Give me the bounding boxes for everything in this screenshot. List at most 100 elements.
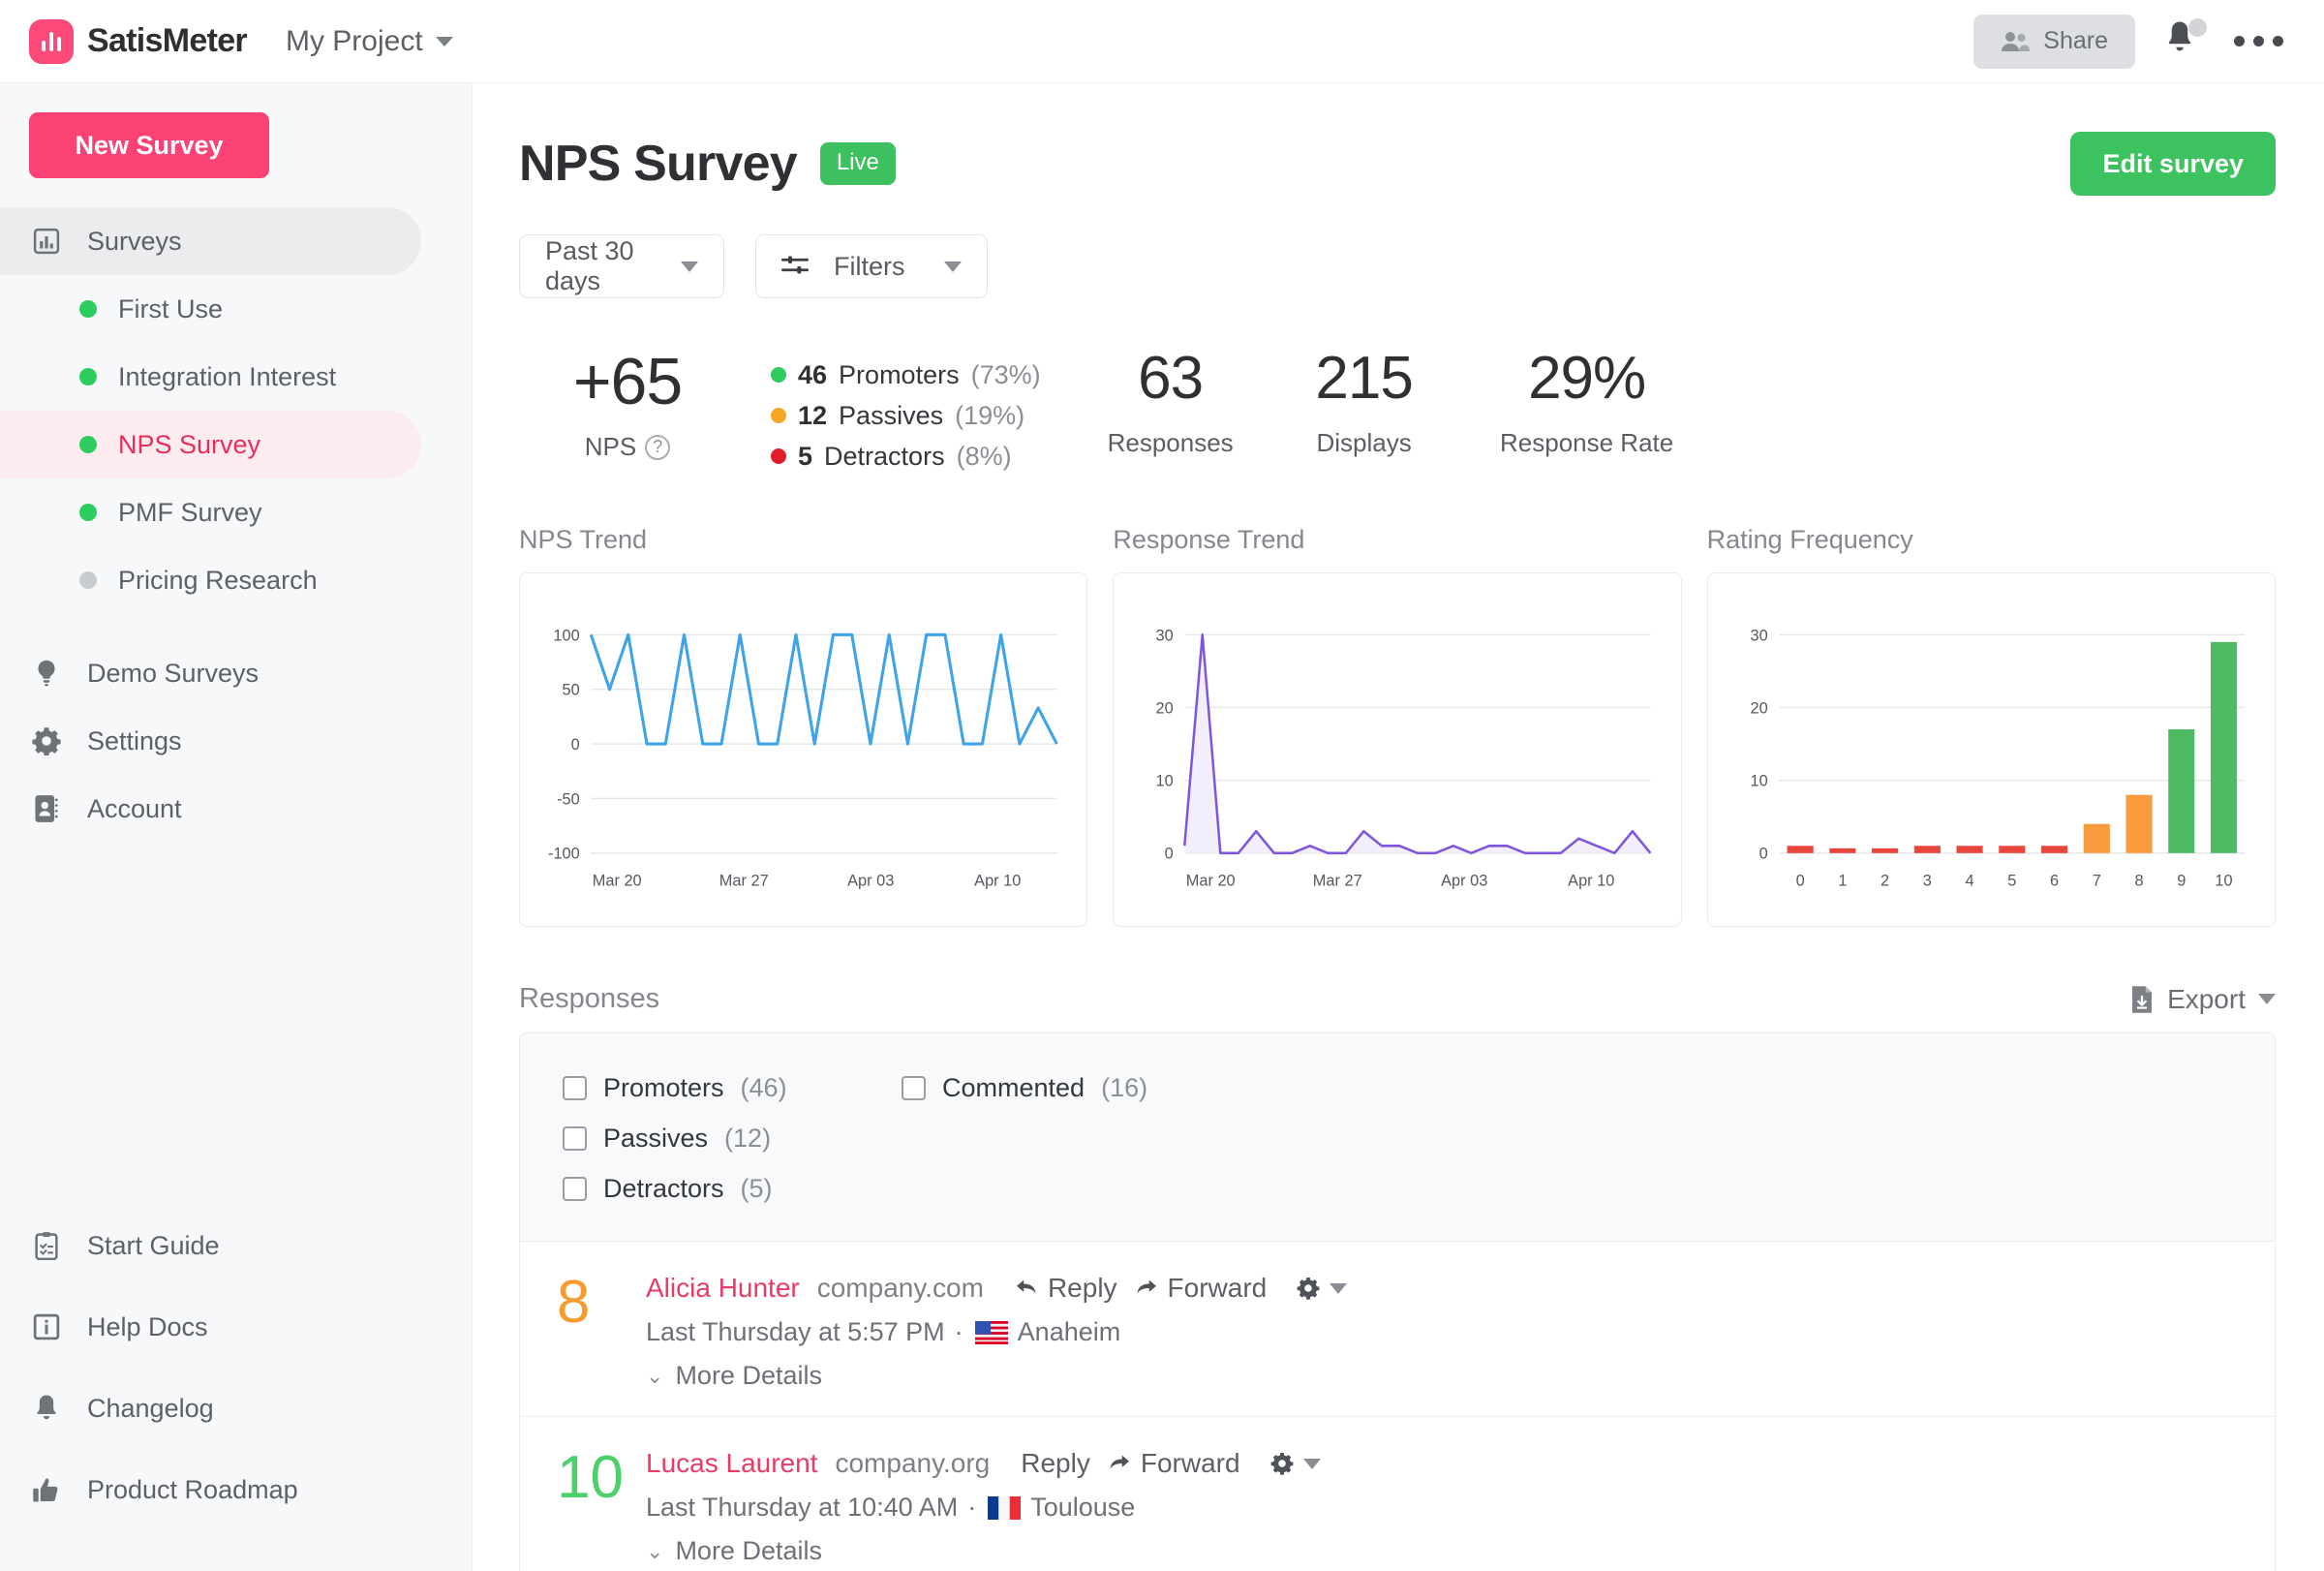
sidebar-item-pricing-research[interactable]: Pricing Research <box>0 546 421 614</box>
sidebar-item-demo-surveys[interactable]: Demo Surveys <box>0 639 421 707</box>
clipboard-check-icon <box>29 1231 64 1260</box>
sidebar-item-pmf-survey[interactable]: PMF Survey <box>0 478 421 546</box>
status-badge: Live <box>819 142 896 185</box>
kpi-nps: +65 NPS ? <box>540 349 715 462</box>
svg-text:0: 0 <box>1165 845 1174 863</box>
bar-chart-icon <box>29 227 64 256</box>
sidebar-label: Pricing Research <box>118 565 318 595</box>
status-dot-icon <box>79 436 97 453</box>
edit-survey-button[interactable]: Edit survey <box>2070 132 2276 196</box>
svg-text:3: 3 <box>1922 871 1931 889</box>
sidebar-item-nps-survey[interactable]: NPS Survey <box>0 411 421 478</box>
chart-title: NPS Trend <box>519 525 648 554</box>
help-icon[interactable]: ? <box>645 434 671 460</box>
kpi-responses: 63 Responses <box>1074 349 1268 458</box>
sidebar-item-account[interactable]: Account <box>0 775 421 843</box>
sidebar-item-first-use[interactable]: First Use <box>0 275 421 343</box>
new-survey-button[interactable]: New Survey <box>29 112 269 178</box>
sidebar-item-product-roadmap[interactable]: Product Roadmap <box>0 1449 421 1530</box>
response-settings-menu[interactable] <box>1269 1451 1321 1476</box>
response-rate-value: 29% <box>1528 345 1646 412</box>
date-range-selector[interactable]: Past 30 days <box>519 234 724 298</box>
svg-text:1: 1 <box>1838 871 1847 889</box>
checkbox-icon[interactable] <box>563 1075 587 1100</box>
svg-text:5: 5 <box>2007 871 2016 889</box>
nps-label: NPS <box>584 432 637 461</box>
response-row[interactable]: 8 Alicia Hunter company.com Reply Forwar… <box>520 1242 2275 1417</box>
respondent-name[interactable]: Alicia Hunter <box>646 1273 800 1304</box>
svg-text:10: 10 <box>1156 771 1174 789</box>
sidebar-item-start-guide[interactable]: Start Guide <box>0 1205 421 1286</box>
displays-value: 215 <box>1315 345 1413 412</box>
share-label: Share <box>2043 27 2108 54</box>
response-score: 10 <box>557 1444 624 1511</box>
forward-action[interactable]: Forward <box>1108 1448 1240 1479</box>
responses-label: Responses <box>1107 428 1234 457</box>
detractors-count: 5 <box>798 441 813 471</box>
sidebar-item-changelog[interactable]: Changelog <box>0 1368 421 1449</box>
forward-action[interactable]: Forward <box>1135 1273 1267 1304</box>
forward-label: Forward <box>1140 1448 1240 1478</box>
checkbox-icon[interactable] <box>902 1075 926 1100</box>
chevron-down-icon <box>944 261 962 272</box>
export-button[interactable]: Export <box>2129 984 2276 1015</box>
svg-text:30: 30 <box>1156 626 1174 644</box>
more-details-label: More Details <box>675 1536 822 1565</box>
sidebar-label: Product Roadmap <box>87 1474 298 1504</box>
reply-action[interactable]: Reply <box>1021 1448 1090 1479</box>
promoter-dot-icon <box>771 367 786 383</box>
chart-card: 30 20 10 0 0 1 2 3 4 5 6 7 8 9 10 <box>1706 572 2276 927</box>
respondent-name[interactable]: Lucas Laurent <box>646 1448 817 1479</box>
chevron-down-icon <box>681 261 698 272</box>
responses-value: 63 <box>1138 345 1204 412</box>
sidebar-label: Account <box>87 793 182 823</box>
nps-trend-svg: 100 50 0 -50 -100 Mar 20 Mar 27 Apr 03 Apr 10 <box>548 626 1058 889</box>
sidebar-label: Integration Interest <box>118 361 337 391</box>
notifications-button[interactable] <box>2162 17 2207 65</box>
filter-passives[interactable]: Passives (12) <box>563 1113 902 1163</box>
sidebar-item-integration-interest[interactable]: Integration Interest <box>0 343 421 411</box>
lightbulb-icon <box>29 659 64 688</box>
svg-text:9: 9 <box>2177 871 2186 889</box>
sidebar-item-settings[interactable]: Settings <box>0 707 421 775</box>
detractors-pct: (8%) <box>956 441 1012 471</box>
checkbox-icon[interactable] <box>563 1176 587 1201</box>
filter-promoters[interactable]: Promoters (46) <box>563 1063 902 1113</box>
more-details-toggle[interactable]: ⌄ More Details <box>646 1361 1347 1391</box>
filter-label: Promoters <box>603 1072 724 1102</box>
chart-response-trend: Response Trend 30 20 10 0 Mar 20 Mar 27 Apr 03… <box>1113 525 1682 927</box>
project-selector[interactable]: My Project <box>286 25 453 58</box>
satismeter-logo-icon <box>29 18 74 64</box>
response-body: Lucas Laurent company.org Reply Forward <box>646 1440 1321 1566</box>
sidebar-item-surveys[interactable]: Surveys <box>0 207 421 275</box>
svg-text:2: 2 <box>1881 871 1889 889</box>
svg-text:6: 6 <box>2050 871 2059 889</box>
filter-commented[interactable]: Commented (16) <box>902 1063 1240 1113</box>
checkbox-icon[interactable] <box>563 1125 587 1151</box>
filter-label: Commented <box>942 1072 1086 1102</box>
chart-card: 30 20 10 0 Mar 20 Mar 27 Apr 03 Apr 10 <box>1113 572 1682 927</box>
chart-nps-trend: NPS Trend 100 50 0 -50 -100 Mar 20 Mar 27 Apr 0… <box>519 525 1088 927</box>
sidebar-item-help-docs[interactable]: Help Docs <box>0 1286 421 1368</box>
svg-text:Mar 20: Mar 20 <box>1186 871 1236 889</box>
response-row[interactable]: 10 Lucas Laurent company.org Reply Forwa… <box>520 1417 2275 1571</box>
filter-detractors[interactable]: Detractors (5) <box>563 1163 902 1214</box>
filters-button[interactable]: Filters <box>755 234 988 298</box>
sidebar-label: Demo Surveys <box>87 658 260 688</box>
response-rate-label: Response Rate <box>1500 428 1674 457</box>
thumbs-up-icon <box>29 1475 64 1504</box>
nps-breakdown: 46 Promoters (73%) 12 Passives (19%) 5 D… <box>771 349 1041 477</box>
reply-action[interactable]: Reply <box>1015 1273 1117 1304</box>
share-button[interactable]: Share <box>1973 14 2135 69</box>
chevron-down-icon <box>1330 1282 1348 1294</box>
response-settings-menu[interactable] <box>1296 1276 1348 1301</box>
info-box-icon <box>29 1312 64 1341</box>
filter-count: (46) <box>740 1072 787 1102</box>
charts-section: NPS Trend 100 50 0 -50 -100 Mar 20 Mar 27 Apr 0… <box>519 525 2276 927</box>
more-details-toggle[interactable]: ⌄ More Details <box>646 1536 1321 1566</box>
svg-text:30: 30 <box>1750 626 1767 644</box>
more-options-button[interactable] <box>2230 26 2287 56</box>
status-dot-icon <box>79 300 97 318</box>
filter-column-segments: Promoters (46) Passives (12) Detractors … <box>563 1063 902 1214</box>
